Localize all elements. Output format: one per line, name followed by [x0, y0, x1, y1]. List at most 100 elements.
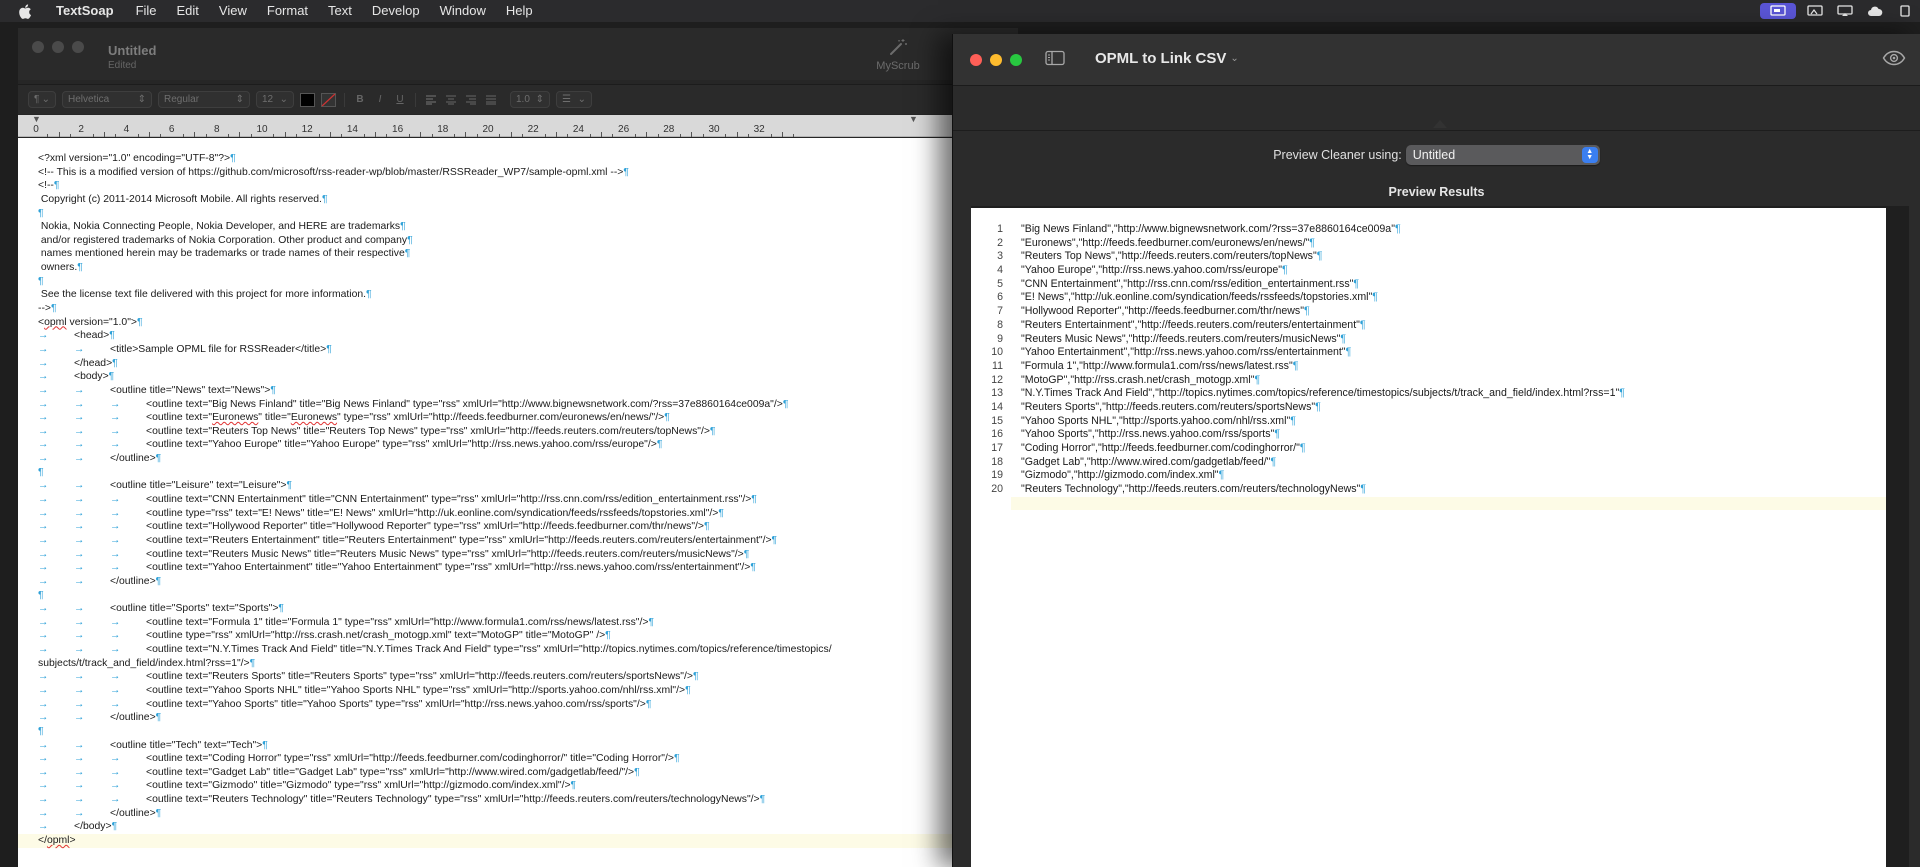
tab-marker: →	[74, 603, 85, 615]
close-button[interactable]	[970, 54, 982, 66]
document-text-run: <outline text="Yahoo Sports" title="Yaho…	[146, 698, 646, 710]
paragraph-marker: ¶	[709, 425, 716, 437]
ruler-tick	[239, 132, 241, 137]
document-text[interactable]: <?xml version="1.0" encoding="UTF-8"?>¶ <…	[18, 152, 963, 848]
minimize-button[interactable]	[52, 41, 64, 53]
document-line: <!-- This is a modified version of https…	[38, 166, 938, 180]
document-text-run: <outline text="Reuters Entertainment" ti…	[146, 534, 772, 546]
cloud-icon[interactable]	[1864, 3, 1886, 19]
align-justify-icon[interactable]	[484, 92, 498, 108]
font-style-select[interactable]: Regular ⇕	[158, 91, 250, 108]
ruler-label: 24	[572, 124, 584, 135]
bold-button[interactable]: B	[353, 92, 367, 108]
document-text-run: <outline text="Reuters Technology" title…	[146, 794, 760, 806]
zoom-button[interactable]	[72, 41, 84, 53]
magic-wand-icon	[890, 39, 907, 55]
tab-marker: →	[38, 603, 49, 615]
document-line: → → → <outline text="Yahoo Sports NHL" titl…	[38, 684, 938, 698]
document-page[interactable]: <?xml version="1.0" encoding="UTF-8"?>¶ <…	[18, 138, 1018, 867]
underline-button[interactable]: U	[393, 92, 407, 108]
up-down-arrows-icon: ⇕	[137, 94, 146, 105]
tab-marker: →	[38, 453, 49, 465]
tab-marker: →	[38, 343, 49, 355]
ruler-tick	[318, 134, 320, 137]
paragraph-marker: ¶	[1218, 469, 1225, 482]
menu-format[interactable]: Format	[257, 0, 318, 22]
paragraph-marker: ¶	[656, 439, 663, 451]
zoom-button[interactable]	[1010, 54, 1022, 66]
menu-edit[interactable]: Edit	[167, 0, 209, 22]
tab-marker: →	[74, 439, 85, 451]
menu-app-name[interactable]: TextSoap	[46, 0, 126, 22]
align-center-icon[interactable]	[444, 92, 458, 108]
paragraph-marker: ¶	[136, 316, 143, 328]
document-line: Copyright (c) 2011-2014 Microsoft Mobile…	[38, 193, 938, 207]
document-text-run: " title="	[258, 412, 291, 424]
document-line: → → <title>Sample OPML file for RSSReader<…	[38, 343, 938, 357]
menu-window[interactable]: Window	[430, 0, 496, 22]
font-size-field[interactable]: 12 ⌄	[256, 91, 294, 108]
menu-text[interactable]: Text	[318, 0, 362, 22]
menu-file[interactable]: File	[126, 0, 167, 22]
cleaner-title-menu[interactable]: OPML to Link CSV ⌄	[1095, 50, 1239, 67]
document-text-run: -->	[38, 303, 51, 315]
window-controls	[32, 41, 84, 53]
result-line: 4 "Yahoo Europe","http://rss.news.yahoo.c…	[971, 264, 1886, 278]
document-text-run: <title>Sample OPML file for RSSReader</t…	[110, 343, 327, 355]
document-line: → → </outline>¶	[38, 452, 938, 466]
line-spacing-select[interactable]: 1.0 ⇕	[510, 91, 550, 108]
menu-develop[interactable]: Develop	[362, 0, 430, 22]
list-style-select[interactable]: ☰ ⌄	[556, 91, 592, 108]
font-family-select[interactable]: Helvetica ⇕	[62, 91, 152, 108]
paragraph-marker: ¶	[1619, 387, 1625, 400]
menu-help[interactable]: Help	[496, 0, 543, 22]
sidebar-toggle-icon[interactable]	[1045, 50, 1065, 66]
ruler-tick	[47, 134, 49, 137]
tab-marker: →	[38, 807, 49, 819]
document-titlebar: Untitled Edited MyScrub	[18, 28, 1018, 80]
display-icon[interactable]	[1804, 3, 1826, 19]
document-line: → → → <outline text="Gizmodo" title="Gizmod…	[38, 779, 938, 793]
preview-cleaner-select[interactable]: Untitled ▲ ▼	[1405, 145, 1600, 165]
ruler[interactable]: 0 2 4 6 8 10 12 14 16 18 20 22 24 26 28 30 32 ▼ ▼	[18, 114, 1018, 137]
tab-marker: →	[38, 398, 49, 410]
ruler-tick	[363, 134, 365, 137]
eye-icon[interactable]	[1882, 50, 1906, 66]
document-line: ¶	[38, 466, 938, 480]
minimize-button[interactable]	[990, 54, 1002, 66]
ruler-tick	[295, 134, 297, 137]
paragraph-marker: ¶	[605, 630, 611, 642]
document-line: → </body>¶	[38, 820, 938, 834]
ruler-label: 28	[663, 124, 675, 135]
italic-button[interactable]: I	[373, 92, 387, 108]
document-text-run: <outline text="Hollywood Reporter" title…	[146, 521, 704, 533]
left-indent-marker[interactable]: ▼	[32, 114, 41, 124]
screen-share-icon[interactable]	[1760, 3, 1796, 19]
right-margin-marker[interactable]: ▼	[909, 114, 918, 124]
preview-results-text[interactable]: 1 "Big News Finland","http://www.bignewsn…	[971, 223, 1886, 511]
menu-view[interactable]: View	[209, 0, 257, 22]
tab-marker: →	[74, 480, 85, 492]
myscrub-button[interactable]: MyScrub	[858, 38, 938, 72]
ruler-tick	[555, 132, 557, 137]
apple-icon[interactable]	[18, 3, 32, 19]
document-line: → → → <outline text="CNN Entertainment" tit…	[38, 493, 938, 507]
airplay-icon[interactable]	[1834, 3, 1856, 19]
align-right-icon[interactable]	[464, 92, 478, 108]
paragraph-style-select[interactable]: ¶ ⌄	[28, 91, 56, 108]
text-color-swatch[interactable]	[300, 92, 315, 107]
status-menu-icon[interactable]	[1894, 3, 1916, 19]
tab-marker: →	[38, 507, 49, 519]
ruler-tick	[408, 134, 410, 137]
ruler-tick	[657, 134, 659, 137]
result-text: "Hollywood Reporter","http://feeds.feedb…	[1021, 305, 1310, 318]
background-color-swatch[interactable]	[321, 92, 336, 107]
align-left-icon[interactable]	[424, 92, 438, 108]
paragraph-marker: ¶	[38, 589, 44, 601]
document-line: → → <outline title="Sports" text="Sports">…	[38, 602, 938, 616]
document-text-run: owners.	[38, 262, 78, 274]
close-button[interactable]	[32, 41, 44, 53]
separator	[344, 92, 345, 107]
document-text-run: </outline>	[110, 712, 156, 724]
document-text-run: opml	[46, 835, 70, 847]
